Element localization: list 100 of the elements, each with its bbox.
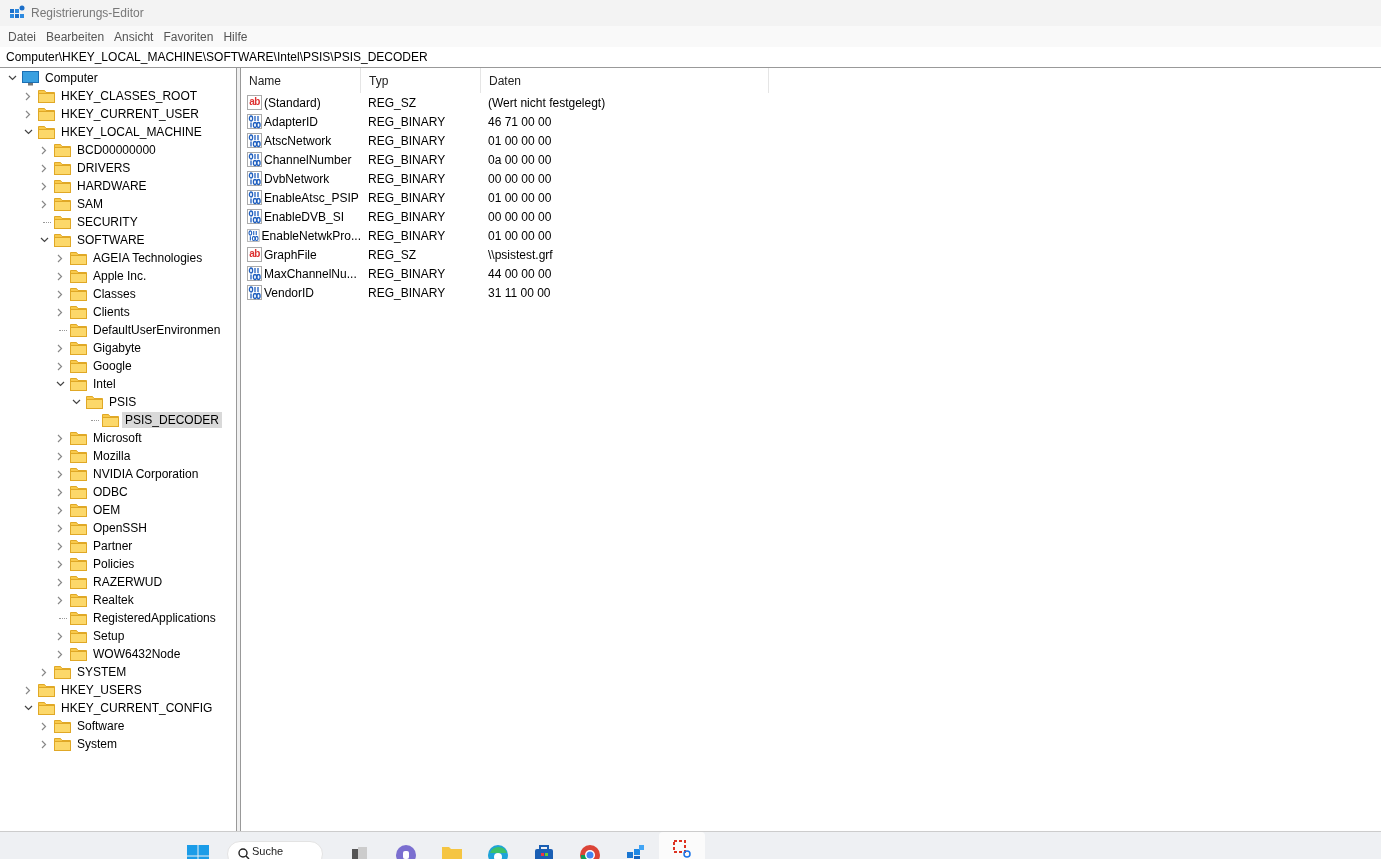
tree-item[interactable]: PSIS_DECODER xyxy=(122,412,223,428)
value-name[interactable]: EnableAtsc_PSIP xyxy=(264,190,359,205)
tree-item[interactable]: SAM xyxy=(74,196,106,212)
tree-item[interactable]: Microsoft xyxy=(90,430,145,446)
chevron-right-icon[interactable] xyxy=(57,541,63,551)
chevron-right-icon[interactable] xyxy=(57,271,63,281)
chevron-right-icon[interactable] xyxy=(57,433,63,443)
chevron-right-icon[interactable] xyxy=(57,577,63,587)
chevron-right-icon[interactable] xyxy=(41,721,47,731)
value-name[interactable]: AtscNetwork xyxy=(264,133,332,148)
chevron-right-icon[interactable] xyxy=(57,307,63,317)
value-name[interactable]: MaxChannelNu... xyxy=(264,266,357,281)
chevron-right-icon[interactable] xyxy=(57,487,63,497)
tree-item[interactable]: Mozilla xyxy=(90,448,134,464)
tree-item[interactable]: Classes xyxy=(90,286,139,302)
tree-item[interactable]: HKEY_LOCAL_MACHINE xyxy=(58,124,205,140)
tree-item[interactable]: System xyxy=(74,736,120,752)
chevron-down-icon[interactable] xyxy=(23,129,33,135)
value-name[interactable]: EnableDVB_SI xyxy=(264,209,345,224)
value-name[interactable]: DvbNetwork xyxy=(264,171,330,186)
tree-item[interactable]: HKEY_CLASSES_ROOT xyxy=(58,88,201,104)
chevron-right-icon[interactable] xyxy=(25,109,31,119)
chevron-right-icon[interactable] xyxy=(57,451,63,461)
tree-item[interactable]: Partner xyxy=(90,538,136,554)
tree-item[interactable]: HKEY_CURRENT_USER xyxy=(58,106,203,122)
windows-start-icon[interactable] xyxy=(187,845,209,859)
column-header[interactable]: Daten xyxy=(481,68,769,93)
tree-item[interactable]: OpenSSH xyxy=(90,520,151,536)
value-name[interactable]: EnableNetwkPro... xyxy=(261,228,361,243)
folder-icon xyxy=(38,701,55,715)
tree-item[interactable]: HARDWARE xyxy=(74,178,150,194)
tree-item[interactable]: ODBC xyxy=(90,484,131,500)
tree-item[interactable]: BCD00000000 xyxy=(74,142,159,158)
value-name[interactable]: VendorID xyxy=(264,285,315,300)
tree-item[interactable]: DRIVERS xyxy=(74,160,134,176)
chevron-right-icon[interactable] xyxy=(41,163,47,173)
chevron-right-icon[interactable] xyxy=(57,505,63,515)
chevron-right-icon[interactable] xyxy=(57,289,63,299)
chevron-right-icon[interactable] xyxy=(25,91,31,101)
column-header[interactable]: Name xyxy=(241,68,361,93)
chevron-right-icon[interactable] xyxy=(41,667,47,677)
tree-item[interactable]: Google xyxy=(90,358,135,374)
chevron-down-icon[interactable] xyxy=(55,381,65,387)
chevron-down-icon[interactable] xyxy=(71,399,81,405)
value-data: 46 71 00 00 xyxy=(487,114,552,129)
menu-item[interactable]: Ansicht xyxy=(109,29,159,44)
tree-item[interactable]: DefaultUserEnvironmen xyxy=(90,322,224,338)
tree-item[interactable]: SECURITY xyxy=(74,214,141,230)
chevron-down-icon[interactable] xyxy=(23,705,33,711)
tree-item[interactable]: RAZERWUD xyxy=(90,574,166,590)
chevron-right-icon[interactable] xyxy=(57,649,63,659)
chevron-right-icon[interactable] xyxy=(57,361,63,371)
tree-item[interactable]: SYSTEM xyxy=(74,664,130,680)
chevron-right-icon[interactable] xyxy=(41,739,47,749)
binary-value-icon xyxy=(247,228,260,243)
address-bar[interactable]: Computer\HKEY_LOCAL_MACHINE\SOFTWARE\Intel\PSIS\PSIS_DECODER xyxy=(6,50,428,64)
tree-item[interactable]: Apple Inc. xyxy=(90,268,150,284)
chevron-right-icon[interactable] xyxy=(25,685,31,695)
column-header[interactable]: Typ xyxy=(361,68,481,93)
snipping-tool-icon[interactable] xyxy=(671,838,693,859)
tree-item[interactable]: Software xyxy=(74,718,128,734)
chevron-right-icon[interactable] xyxy=(57,343,63,353)
tree-item[interactable]: Intel xyxy=(90,376,119,392)
value-name[interactable]: GraphFile xyxy=(264,247,317,262)
value-name[interactable]: (Standard) xyxy=(264,95,321,110)
tree-item[interactable]: Realtek xyxy=(90,592,137,608)
chevron-down-icon[interactable] xyxy=(7,75,17,81)
tree-item[interactable]: SOFTWARE xyxy=(74,232,148,248)
tree-item[interactable]: Computer xyxy=(42,70,101,86)
chevron-right-icon[interactable] xyxy=(41,145,47,155)
chevron-right-icon[interactable] xyxy=(41,181,47,191)
folder-icon xyxy=(86,395,103,409)
tree-item[interactable]: PSIS xyxy=(106,394,140,410)
tree-item[interactable]: OEM xyxy=(90,502,124,518)
tree-item[interactable]: Setup xyxy=(90,628,128,644)
chevron-right-icon[interactable] xyxy=(57,631,63,641)
tree-item[interactable]: WOW6432Node xyxy=(90,646,184,662)
tree-item[interactable]: Gigabyte xyxy=(90,340,145,356)
tree-item[interactable]: HKEY_CURRENT_CONFIG xyxy=(58,700,216,716)
tree-item[interactable]: RegisteredApplications xyxy=(90,610,219,626)
tree-item[interactable]: NVIDIA Corporation xyxy=(90,466,202,482)
chevron-right-icon[interactable] xyxy=(57,595,63,605)
chevron-right-icon[interactable] xyxy=(57,253,63,263)
menu-item[interactable]: Favoriten xyxy=(158,29,219,44)
chevron-right-icon[interactable] xyxy=(57,469,63,479)
tree-item[interactable]: Clients xyxy=(90,304,133,320)
search-field[interactable]: Suche xyxy=(227,841,323,859)
menu-item[interactable]: Hilfe xyxy=(218,29,253,44)
value-name[interactable]: AdapterID xyxy=(264,114,319,129)
tree-item[interactable]: Policies xyxy=(90,556,138,572)
chevron-down-icon[interactable] xyxy=(39,237,49,243)
value-data: 0a 00 00 00 xyxy=(487,152,552,167)
tree-item[interactable]: HKEY_USERS xyxy=(58,682,145,698)
menu-item[interactable]: Bearbeiten xyxy=(41,29,110,44)
menu-item[interactable]: Datei xyxy=(3,29,41,44)
tree-item[interactable]: AGEIA Technologies xyxy=(90,250,206,266)
chevron-right-icon[interactable] xyxy=(57,523,63,533)
chevron-right-icon[interactable] xyxy=(57,559,63,569)
chevron-right-icon[interactable] xyxy=(41,199,47,209)
value-name[interactable]: ChannelNumber xyxy=(264,152,352,167)
